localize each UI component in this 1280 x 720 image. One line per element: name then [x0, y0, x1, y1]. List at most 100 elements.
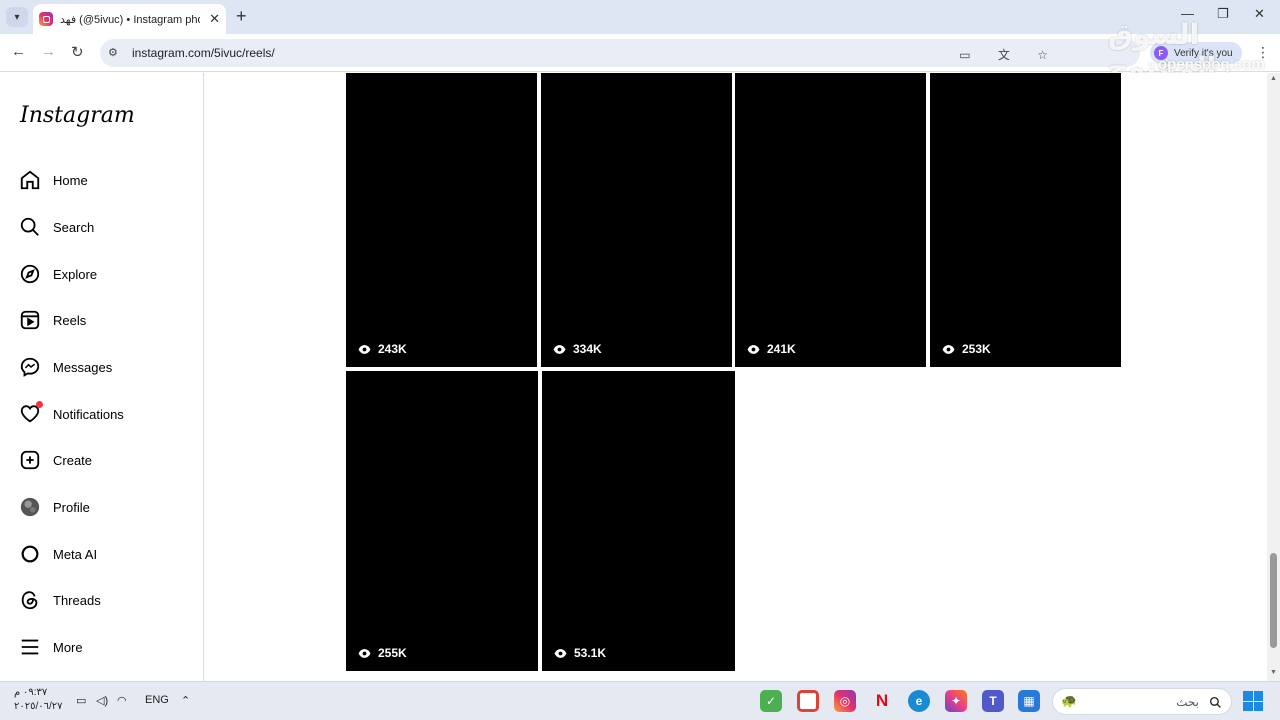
- reel-view-count: 255K: [358, 646, 407, 660]
- sidebar-item-home[interactable]: Home: [18, 167, 88, 193]
- sidebar-item-reels[interactable]: Reels: [18, 307, 86, 333]
- sidebar-item-label: Create: [53, 452, 93, 468]
- sidebar-item-label: Threads: [53, 592, 101, 608]
- reel-view-count: 334K: [553, 342, 602, 356]
- notification-dot: [36, 401, 43, 408]
- sidebar-item-profile[interactable]: Profile: [18, 494, 90, 520]
- view-count-text: 334K: [573, 342, 602, 356]
- compass-icon: [18, 262, 42, 286]
- chrome-icon[interactable]: [797, 690, 819, 712]
- sidebar-item-label: Explore: [53, 266, 98, 282]
- eye-icon: [358, 648, 371, 658]
- reel-tile[interactable]: 243K: [346, 73, 537, 367]
- sidebar-item-label: Messages: [53, 359, 113, 375]
- scroll-down-icon[interactable]: ▼: [1270, 669, 1277, 676]
- wifi-icon[interactable]: ◠: [117, 694, 127, 707]
- taskbar-search[interactable]: 🐢 بحث: [1052, 688, 1232, 715]
- eye-icon: [942, 344, 955, 354]
- forward-button[interactable]: →: [41, 43, 56, 60]
- search-highlight-icon: 🐢: [1061, 693, 1078, 708]
- app-icon[interactable]: ✓: [760, 690, 782, 712]
- avatar-icon: [18, 495, 42, 519]
- url-text: instagram.com/5ivuc/reels/: [132, 46, 275, 60]
- sidebar-item-label: Reels: [53, 312, 87, 328]
- scroll-up-icon[interactable]: ▲: [1270, 75, 1277, 82]
- reload-button[interactable]: ↻: [71, 43, 84, 61]
- reel-view-count: 241K: [747, 342, 796, 356]
- chevron-up-icon[interactable]: ⌃: [181, 694, 190, 707]
- reel-tile[interactable]: 241K: [735, 73, 926, 367]
- site-info-icon[interactable]: ⚙: [108, 46, 122, 60]
- omnibox-actions-icon[interactable]: ▭ 文 ☆: [959, 46, 1060, 63]
- edge-icon[interactable]: e: [908, 690, 930, 712]
- teams-icon[interactable]: T: [982, 690, 1004, 712]
- eye-icon: [554, 648, 567, 658]
- reel-tile[interactable]: 255K: [346, 371, 538, 671]
- plus-square-icon: [18, 448, 42, 472]
- heart-icon: [18, 401, 43, 426]
- sidebar-item-label: Home: [53, 172, 88, 188]
- reels-grid: 243K 334K 241K 253K 255K 53.1K: [205, 73, 1267, 681]
- tab-search-button[interactable]: ▾: [6, 7, 28, 27]
- windows-start-icon[interactable]: [1243, 691, 1263, 711]
- sidebar-item-label: More: [53, 639, 83, 655]
- eye-icon: [747, 344, 760, 354]
- battery-icon[interactable]: ▭: [76, 694, 86, 707]
- search-icon: [1209, 696, 1221, 708]
- address-bar[interactable]: ⚙ instagram.com/5ivuc/reels/ ▭ 文 ☆: [100, 39, 1140, 67]
- browser-tab-strip: ▾ فهد (@5ivuc) • Instagram phot ✕ + — ❐ …: [0, 0, 1280, 34]
- search-icon: [18, 215, 42, 239]
- reel-view-count: 243K: [358, 342, 407, 356]
- sidebar-item-more[interactable]: More: [18, 634, 83, 660]
- page-scrollbar[interactable]: ▲ ▼: [1267, 73, 1280, 681]
- sidebar-item-search[interactable]: Search: [18, 214, 94, 240]
- menu-icon: [18, 635, 42, 659]
- instagram-favicon-icon: [39, 12, 53, 26]
- sidebar-item-label: Meta AI: [53, 546, 98, 562]
- volume-icon[interactable]: ◁): [96, 694, 108, 707]
- home-icon: [18, 168, 42, 192]
- new-tab-button[interactable]: +: [236, 6, 247, 27]
- browser-toolbar: ← → ↻ ⚙ instagram.com/5ivuc/reels/ ▭ 文 ☆…: [0, 34, 1280, 72]
- eye-icon: [553, 344, 566, 354]
- sidebar-item-explore[interactable]: Explore: [18, 261, 97, 287]
- sidebar-item-messages[interactable]: Messages: [18, 354, 112, 380]
- meta-ai-icon: [18, 542, 42, 566]
- eye-icon: [358, 344, 371, 354]
- sidebar-item-label: Search: [53, 219, 95, 235]
- reel-tile[interactable]: 334K: [541, 73, 732, 367]
- browser-tab[interactable]: فهد (@5ivuc) • Instagram phot ✕: [33, 4, 226, 34]
- instagram-logo[interactable]: Instagram: [20, 103, 135, 128]
- sidebar: Instagram Home Search Explore Reels Mess…: [0, 73, 204, 681]
- view-count-text: 255K: [378, 646, 407, 660]
- close-tab-icon[interactable]: ✕: [209, 11, 220, 27]
- clock-time: ٠٩:٣٧ م: [14, 687, 48, 698]
- reel-tile[interactable]: 53.1K: [542, 371, 735, 671]
- tab-title: فهد (@5ivuc) • Instagram phot: [60, 13, 200, 26]
- copilot-icon[interactable]: ✦: [945, 690, 967, 712]
- messenger-icon: [18, 355, 42, 379]
- sidebar-item-create[interactable]: Create: [18, 447, 92, 473]
- reel-tile[interactable]: 253K: [930, 73, 1121, 367]
- view-count-text: 243K: [378, 342, 407, 356]
- taskbar-clock[interactable]: ٠٩:٣٧ م ٢٠٢٥/٠٦/٢٧: [14, 686, 63, 714]
- instagram-icon[interactable]: ◎: [834, 690, 856, 712]
- threads-icon: [18, 588, 42, 612]
- windows-taskbar: ٠٩:٣٧ م ٢٠٢٥/٠٦/٢٧ ▭ ◁) ◠ ENG ⌃ ✓ ◎ N e …: [0, 681, 1280, 720]
- netflix-icon[interactable]: N: [871, 690, 893, 712]
- search-placeholder: بحث: [1176, 695, 1199, 709]
- language-indicator[interactable]: ENG: [145, 694, 169, 706]
- scrollbar-thumb[interactable]: [1270, 553, 1277, 648]
- sidebar-item-threads[interactable]: Threads: [18, 587, 101, 613]
- view-count-text: 53.1K: [574, 646, 607, 660]
- store-icon[interactable]: ▦: [1018, 690, 1040, 712]
- reel-view-count: 53.1K: [554, 646, 606, 660]
- opensooq-watermark-latin: opensooq.com: [1158, 56, 1265, 73]
- clock-date: ٢٠٢٥/٠٦/٢٧: [14, 701, 63, 712]
- back-button[interactable]: ←: [11, 43, 26, 60]
- sidebar-item-label: Notifications: [53, 406, 124, 422]
- sidebar-item-notifications[interactable]: Notifications: [18, 401, 124, 427]
- sidebar-item-meta-ai[interactable]: Meta AI: [18, 541, 97, 567]
- reels-icon: [18, 308, 42, 332]
- reel-view-count: 253K: [942, 342, 991, 356]
